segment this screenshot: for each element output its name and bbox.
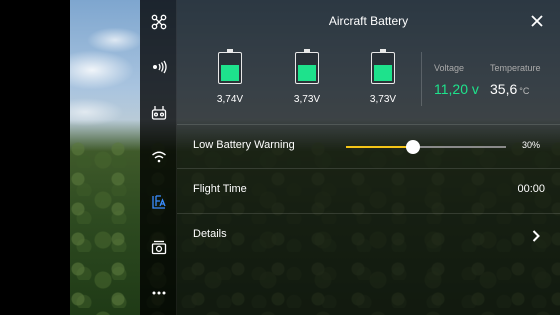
- battery-cell: [360, 49, 406, 84]
- battery-cell-fill: [374, 65, 392, 81]
- flight-time-row: Flight Time 00:00: [177, 168, 560, 212]
- low-battery-warning-value: 30%: [521, 140, 540, 150]
- chevron-right-icon: [532, 230, 540, 242]
- battery-cell-icon: [295, 49, 319, 84]
- flight-time-label: Flight Time: [193, 183, 247, 195]
- battery-cell: [207, 49, 253, 84]
- close-icon: [531, 15, 543, 27]
- voltage-label: Voltage: [434, 63, 465, 73]
- details-row[interactable]: Details: [177, 213, 560, 257]
- slider-thumb[interactable]: [406, 140, 421, 154]
- signal-icon[interactable]: [140, 56, 177, 78]
- more-icon[interactable]: [140, 282, 177, 304]
- battery-cell-voltage: 3,74V: [216, 94, 244, 105]
- flight-time-value: 00:00: [517, 183, 545, 195]
- voltage-value: 11,20 v: [434, 81, 479, 97]
- wifi-icon[interactable]: [140, 146, 177, 168]
- temperature-unit: °C: [519, 86, 530, 96]
- battery-settings-icon[interactable]: [140, 191, 177, 213]
- aircraft-icon[interactable]: [140, 11, 177, 33]
- battery-cell-voltage: 3,73V: [369, 94, 397, 105]
- temperature-readout: 35,6 °C: [490, 81, 529, 97]
- close-button[interactable]: [528, 12, 546, 30]
- divider: [421, 52, 422, 106]
- slider-fill: [346, 146, 414, 148]
- battery-settings-panel: Aircraft Battery 3,74V 3,73V 3,73V Volta…: [177, 0, 560, 315]
- remote-controller-icon[interactable]: [140, 102, 177, 124]
- battery-cell: [284, 49, 330, 84]
- battery-cell-fill: [221, 65, 239, 81]
- battery-cell-icon: [371, 49, 395, 84]
- low-battery-warning-slider[interactable]: [346, 140, 506, 154]
- letterbox: [0, 0, 70, 315]
- details-label: Details: [193, 228, 227, 240]
- settings-sidebar: [140, 0, 177, 315]
- low-battery-warning-label: Low Battery Warning: [193, 139, 295, 151]
- battery-cell-icon: [218, 49, 242, 84]
- battery-cell-voltage: 3,73V: [293, 94, 321, 105]
- camera-icon[interactable]: [140, 236, 177, 258]
- panel-title: Aircraft Battery: [328, 14, 409, 28]
- battery-cell-fill: [298, 65, 316, 81]
- low-battery-warning-row: Low Battery Warning 30%: [177, 124, 560, 168]
- temperature-label: Temperature: [490, 63, 541, 73]
- temperature-value: 35,6: [490, 81, 518, 97]
